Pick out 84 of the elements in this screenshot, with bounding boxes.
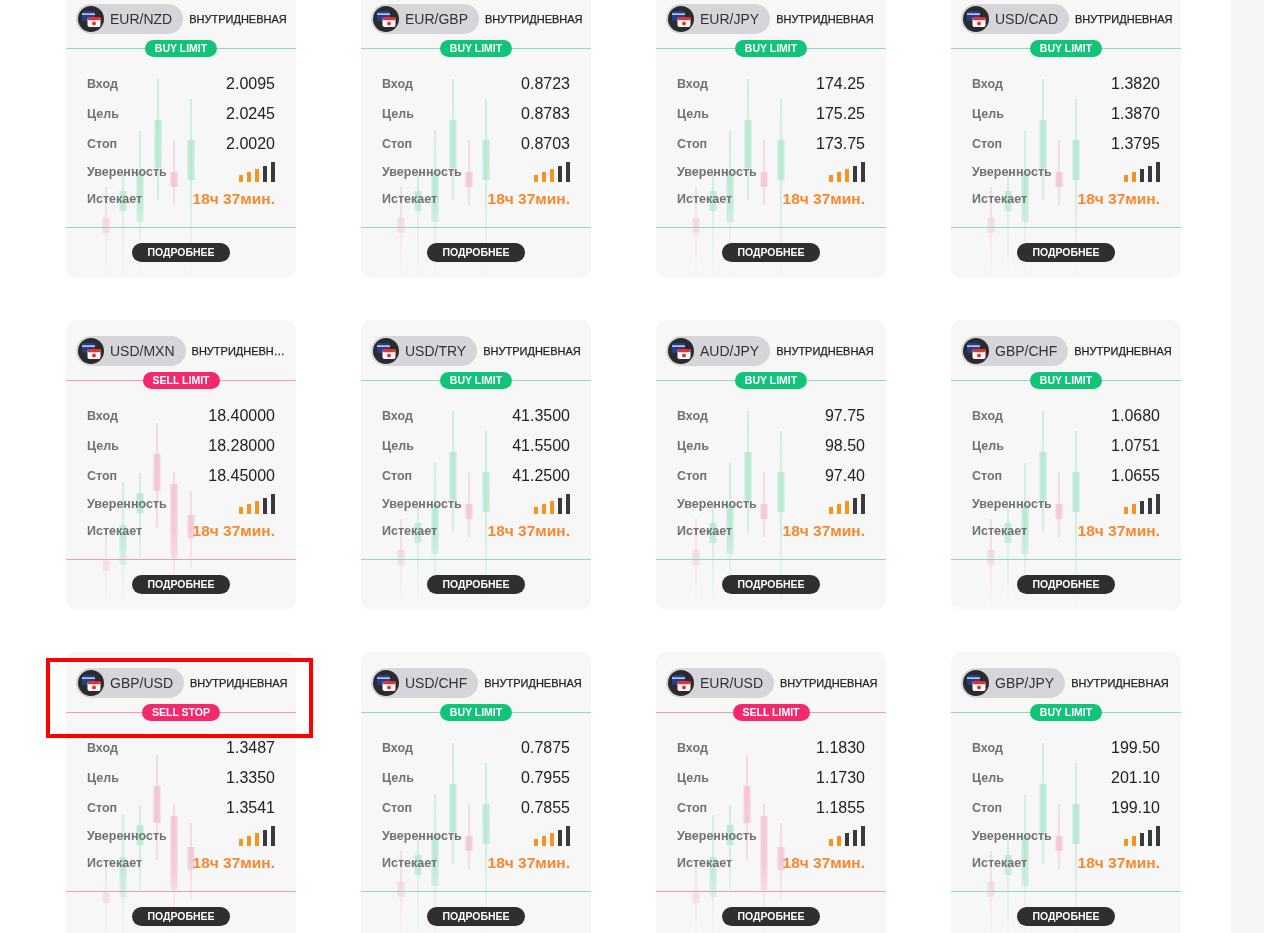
price-value: 1.3350 xyxy=(226,769,275,787)
price-value: 1.3795 xyxy=(1111,135,1160,153)
price-value: 97.40 xyxy=(824,467,865,485)
expiry-time: 18ч 37мин. xyxy=(1077,854,1160,872)
currency-pair: USD/CHF xyxy=(405,675,468,691)
expiry-time: 18ч 37мин. xyxy=(487,190,570,208)
price-value: 1.0751 xyxy=(1111,437,1160,455)
price-value: 0.7855 xyxy=(521,799,570,817)
expiry-time: 18ч 37мин. xyxy=(192,190,275,208)
order-type-badge: BUY LIMIT xyxy=(734,372,808,389)
price-value: 174.25 xyxy=(816,75,865,93)
timeframe-label: ВНУТРИДНЕВНАЯ xyxy=(1074,345,1172,357)
order-type-badge: BUY LIMIT xyxy=(734,40,808,57)
price-value: 0.8703 xyxy=(521,135,570,153)
order-type-badge: BUY LIMIT xyxy=(144,40,218,57)
currency-pair: USD/CAD xyxy=(995,11,1058,27)
expiry-time: 18ч 37мин. xyxy=(192,522,275,540)
price-value: 18.45000 xyxy=(208,467,275,485)
timeframe-label: ВНУТРИДНЕВНАЯ xyxy=(485,13,583,25)
timeframe-label: ВНУТРИДНЕВНАЯ xyxy=(189,13,287,25)
price-value: 2.0095 xyxy=(226,75,275,93)
timeframe-label: ВНУТРИДНЕВНАЯ xyxy=(780,677,878,689)
currency-pair: EUR/NZD xyxy=(110,11,173,27)
price-value: 98.50 xyxy=(824,437,865,455)
currency-pair: AUD/JPY xyxy=(700,343,760,359)
price-value: 1.3487 xyxy=(226,739,275,757)
price-value: 173.75 xyxy=(816,135,865,153)
expiry-time: 18ч 37мин. xyxy=(1077,522,1160,540)
order-type-badge: BUY LIMIT xyxy=(1029,372,1103,389)
timeframe-label: ВНУТРИДНЕВНАЯ xyxy=(483,345,581,357)
timeframe-label: ВНУТРИДНЕВНАЯ xyxy=(1071,677,1169,689)
timeframe-label: ВНУТРИДНЕВНАЯ xyxy=(190,677,288,689)
expiry-time: 18ч 37мин. xyxy=(487,854,570,872)
order-type-badge: SELL LIMIT xyxy=(142,372,220,389)
expiry-time: 18ч 37мин. xyxy=(1077,190,1160,208)
price-value: 2.0020 xyxy=(226,135,275,153)
currency-pair: USD/TRY xyxy=(405,343,467,359)
price-value: 18.28000 xyxy=(208,437,275,455)
price-value: 175.25 xyxy=(816,105,865,123)
expiry-time: 18ч 37мин. xyxy=(782,854,865,872)
price-value: 1.3541 xyxy=(226,799,275,817)
price-value: 97.75 xyxy=(824,407,865,425)
price-value: 199.50 xyxy=(1111,739,1160,757)
price-value: 2.0245 xyxy=(226,105,275,123)
price-value: 0.7955 xyxy=(521,769,570,787)
price-value: 1.1730 xyxy=(816,769,865,787)
price-value: 0.7875 xyxy=(521,739,570,757)
currency-pair: EUR/USD xyxy=(700,675,763,691)
price-value: 1.3820 xyxy=(1111,75,1160,93)
price-value: 0.8783 xyxy=(521,105,570,123)
price-value: 1.0680 xyxy=(1111,407,1160,425)
currency-pair: GBP/CHF xyxy=(995,343,1058,359)
timeframe-label: ВНУТРИДНЕВНАЯ xyxy=(776,13,874,25)
timeframe-label: ВНУТРИДНЕВН… xyxy=(191,345,285,357)
price-value: 1.1855 xyxy=(816,799,865,817)
price-value: 1.1830 xyxy=(816,739,865,757)
order-type-badge: BUY LIMIT xyxy=(439,704,513,721)
price-value: 18.40000 xyxy=(208,407,275,425)
price-value: 199.10 xyxy=(1111,799,1160,817)
price-value: 41.3500 xyxy=(512,407,570,425)
order-type-badge: SELL LIMIT xyxy=(732,704,810,721)
price-value: 41.5500 xyxy=(512,437,570,455)
price-value: 201.10 xyxy=(1111,769,1160,787)
price-value: 1.3870 xyxy=(1111,105,1160,123)
expiry-time: 18ч 37мин. xyxy=(782,190,865,208)
currency-pair: USD/MXN xyxy=(110,343,175,359)
expiry-time: 18ч 37мин. xyxy=(192,854,275,872)
price-value: 1.0655 xyxy=(1111,467,1160,485)
currency-pair: EUR/GBP xyxy=(405,11,468,27)
price-value: 0.8723 xyxy=(521,75,570,93)
order-type-badge: SELL STOP xyxy=(142,704,220,721)
order-type-badge: BUY LIMIT xyxy=(1029,40,1103,57)
currency-pair: GBP/JPY xyxy=(995,675,1055,691)
currency-pair: GBP/USD xyxy=(110,675,173,691)
timeframe-label: ВНУТРИДНЕВНАЯ xyxy=(484,677,582,689)
order-type-badge: BUY LIMIT xyxy=(439,372,513,389)
order-type-badge: BUY LIMIT xyxy=(439,40,513,57)
expiry-time: 18ч 37мин. xyxy=(782,522,865,540)
timeframe-label: ВНУТРИДНЕВНАЯ xyxy=(1075,13,1173,25)
price-value: 41.2500 xyxy=(512,467,570,485)
currency-pair: EUR/JPY xyxy=(700,11,760,27)
order-type-badge: BUY LIMIT xyxy=(1029,704,1103,721)
expiry-time: 18ч 37мин. xyxy=(487,522,570,540)
timeframe-label: ВНУТРИДНЕВНАЯ xyxy=(776,345,874,357)
